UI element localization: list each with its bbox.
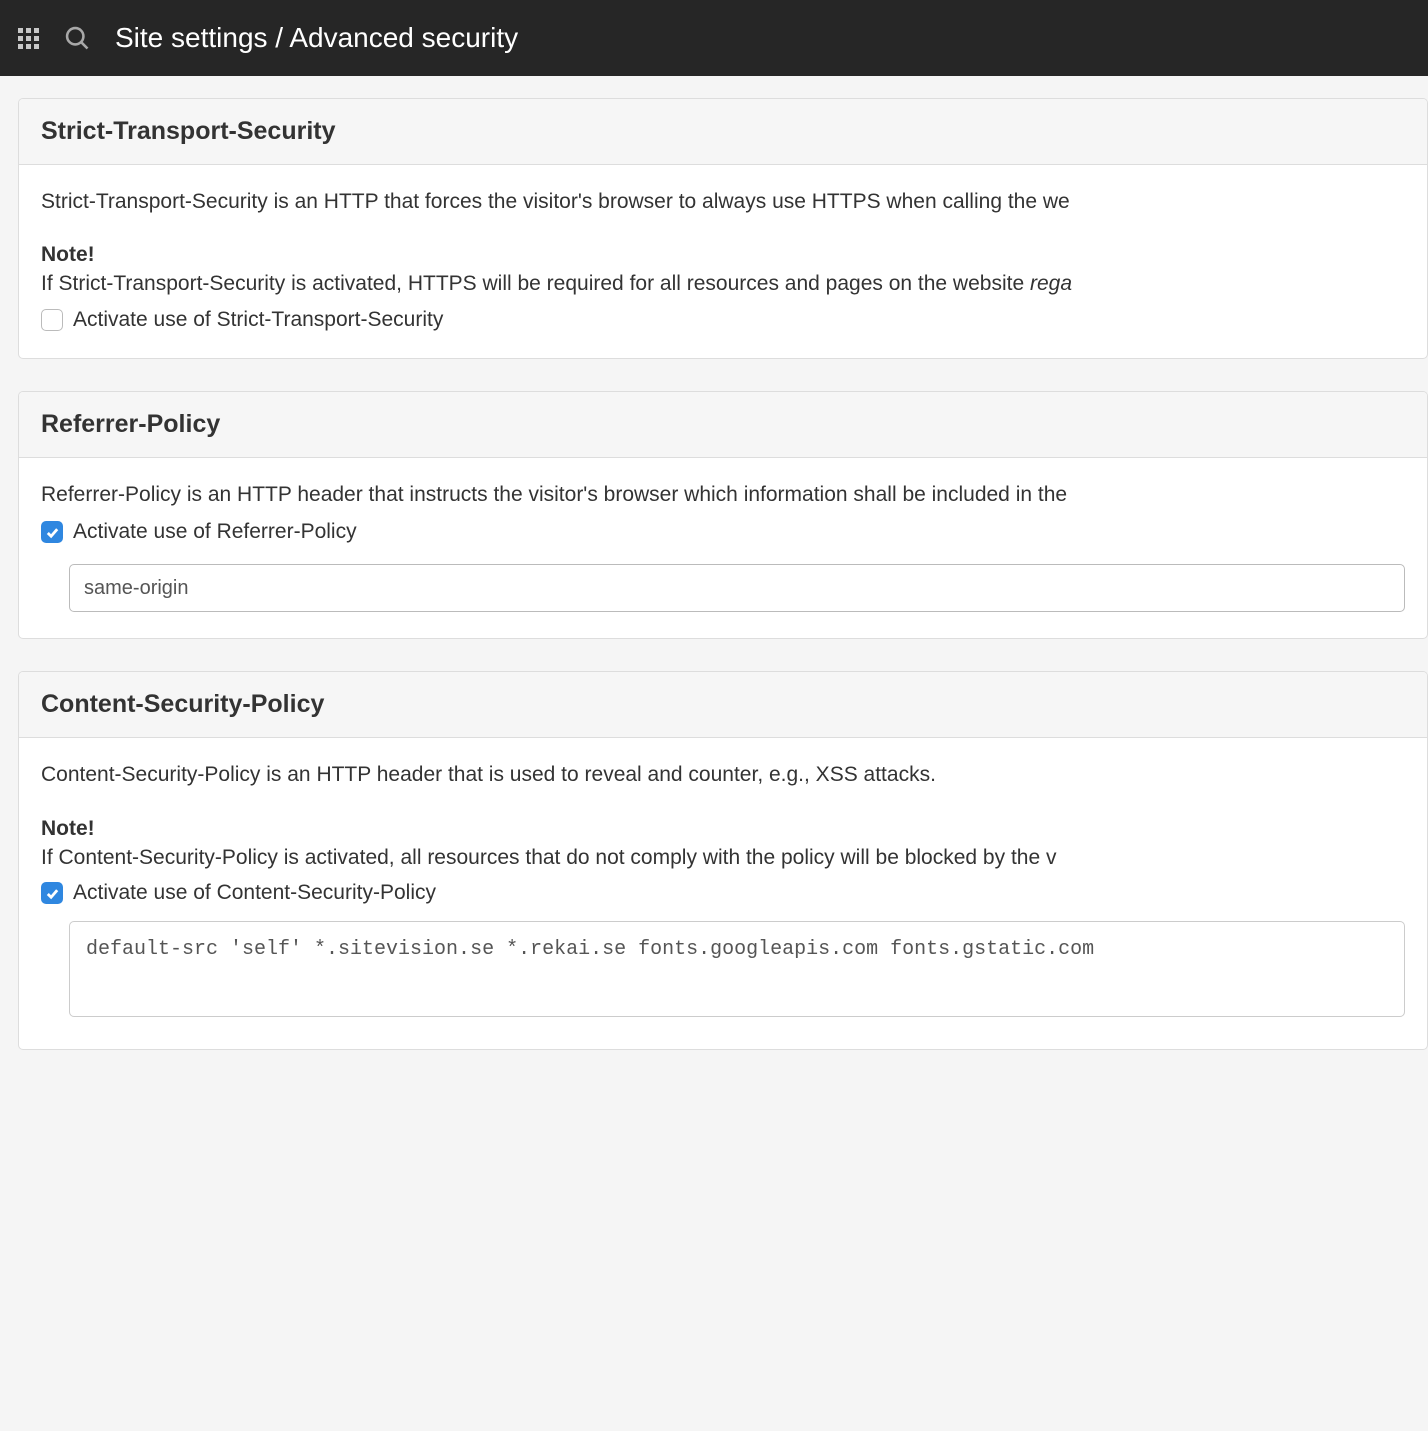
breadcrumb: Site settings / Advanced security <box>115 22 518 54</box>
checkbox-label: Activate use of Content-Security-Policy <box>73 881 436 905</box>
select-value: same-origin <box>84 577 188 600</box>
csp-textarea[interactable] <box>69 921 1405 1017</box>
select-wrap: same-origin <box>69 564 1405 612</box>
referrer-policy-select[interactable]: same-origin <box>69 564 1405 612</box>
note-label: Note! <box>41 817 1405 841</box>
checkbox-row-rp: Activate use of Referrer-Policy <box>41 520 1405 544</box>
textarea-wrap <box>69 921 1405 1023</box>
panel-referrer-policy: Referrer-Policy Referrer-Policy is an HT… <box>18 391 1428 639</box>
panel-body: Strict-Transport-Security is an HTTP tha… <box>19 165 1427 358</box>
apps-icon[interactable] <box>18 28 39 49</box>
panel-strict-transport-security: Strict-Transport-Security Strict-Transpo… <box>18 98 1428 359</box>
note-text: If Content-Security-Policy is activated,… <box>41 843 1405 873</box>
note-text: If Strict-Transport-Security is activate… <box>41 269 1405 299</box>
checkbox-row-sts: Activate use of Strict-Transport-Securit… <box>41 308 1405 332</box>
app-header: Site settings / Advanced security <box>0 0 1428 76</box>
checkbox-activate-csp[interactable] <box>41 882 63 904</box>
panel-content-security-policy: Content-Security-Policy Content-Security… <box>18 671 1428 1050</box>
checkbox-activate-sts[interactable] <box>41 309 63 331</box>
panel-body: Content-Security-Policy is an HTTP heade… <box>19 738 1427 1049</box>
search-icon[interactable] <box>63 24 91 52</box>
panel-description: Referrer-Policy is an HTTP header that i… <box>41 480 1405 510</box>
checkbox-label: Activate use of Strict-Transport-Securit… <box>73 308 443 332</box>
panel-title: Strict-Transport-Security <box>19 99 1427 165</box>
checkbox-row-csp: Activate use of Content-Security-Policy <box>41 881 1405 905</box>
panel-title: Referrer-Policy <box>19 392 1427 458</box>
panel-description: Strict-Transport-Security is an HTTP tha… <box>41 187 1405 217</box>
panel-description: Content-Security-Policy is an HTTP heade… <box>41 760 1405 790</box>
checkbox-activate-referrer-policy[interactable] <box>41 521 63 543</box>
checkbox-label: Activate use of Referrer-Policy <box>73 520 357 544</box>
content-area: Strict-Transport-Security Strict-Transpo… <box>0 76 1428 1050</box>
note-label: Note! <box>41 243 1405 267</box>
panel-title: Content-Security-Policy <box>19 672 1427 738</box>
panel-body: Referrer-Policy is an HTTP header that i… <box>19 458 1427 638</box>
